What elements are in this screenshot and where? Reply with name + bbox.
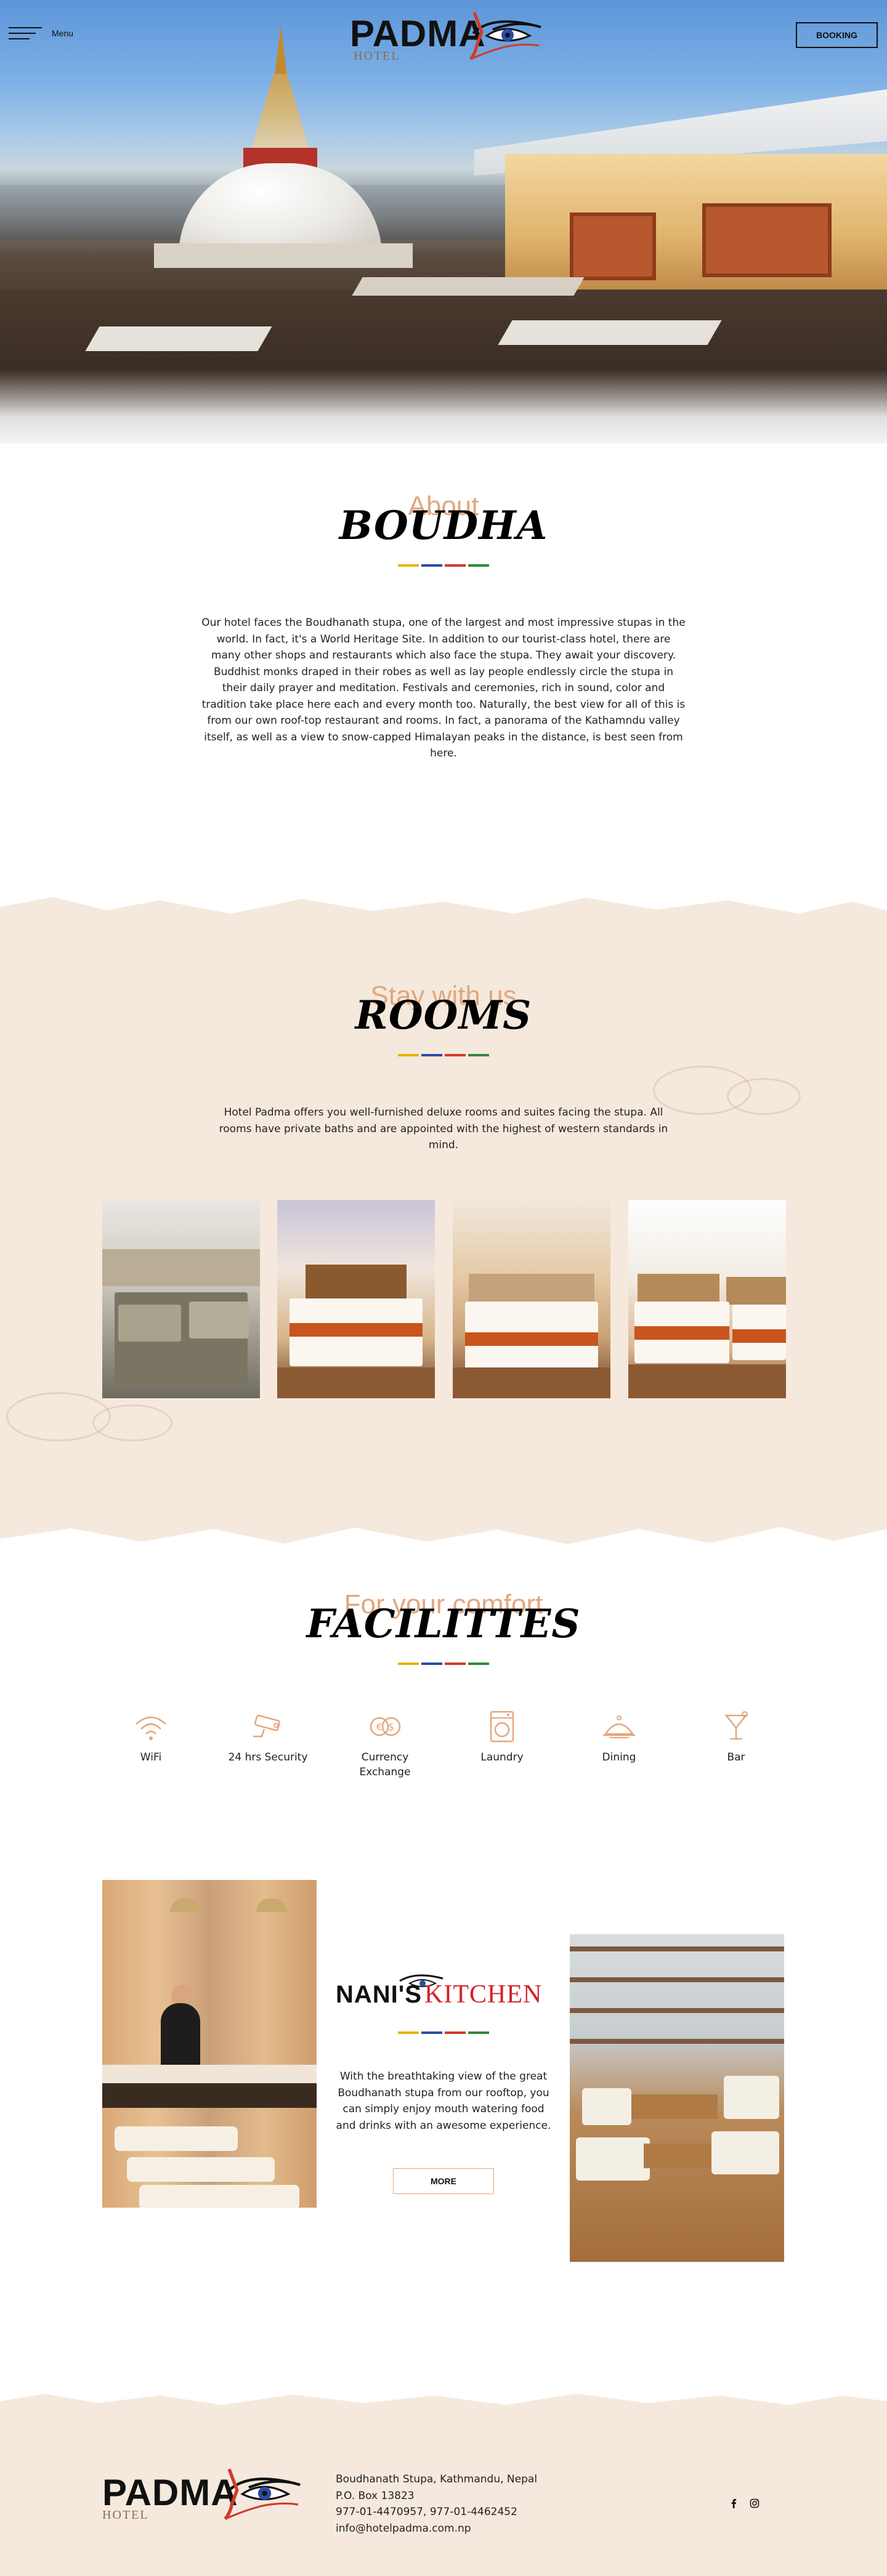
hamburger-icon — [9, 26, 42, 41]
facility-laundry: Laundry — [459, 1709, 545, 1765]
facility-label: 24 hrs Security — [228, 1751, 308, 1764]
kitchen-photo-terrace[interactable] — [570, 1934, 784, 2262]
buddha-eye-icon — [224, 2468, 301, 2521]
contact-info: Boudhanath Stupa, Kathmandu, Nepal P.O. … — [336, 2471, 594, 2537]
room-photo[interactable] — [277, 1200, 435, 1398]
pendant-lamp — [256, 1898, 287, 1912]
logo-wordmark: PADMA — [102, 2472, 238, 2513]
currency-icon: € $ — [370, 1717, 401, 1736]
booking-button[interactable]: BOOKING — [796, 22, 878, 48]
facility-label: Bar — [727, 1751, 745, 1764]
stupa-dome — [179, 163, 382, 256]
cloud-ornament — [727, 1078, 801, 1115]
room-photo[interactable] — [453, 1200, 610, 1398]
contact-email[interactable]: info@hotelpadma.com.np — [336, 2521, 594, 2537]
more-button[interactable]: MORE — [393, 2168, 494, 2194]
menu-label: Menu — [52, 28, 74, 38]
cloud-ornament — [92, 1404, 172, 1441]
about-title: BOUDHA — [339, 503, 548, 549]
facility-dining: Dining — [576, 1709, 662, 1765]
kitchen-logo: NANI'S KITCHEN — [336, 1970, 551, 2013]
footer-logo[interactable]: PADMA HOTEL — [102, 2465, 306, 2533]
room-photo[interactable] — [102, 1200, 260, 1398]
logo-wordmark: PADMA — [350, 13, 486, 54]
svg-text:€: € — [376, 1721, 383, 1733]
site-logo[interactable]: PADMA HOTEL — [350, 7, 541, 66]
about-heading: About BOUDHA — [0, 493, 887, 567]
kitchen-logo-nanis: NANI'S — [336, 1981, 422, 2008]
rooms-heading: Stay with us ROOMS — [0, 982, 887, 1056]
stupa-base — [154, 243, 413, 268]
logo-subtitle: HOTEL — [102, 2508, 149, 2522]
facility-label: WiFi — [140, 1751, 162, 1764]
cocktail-icon — [724, 1711, 748, 1740]
dining-table — [498, 320, 722, 345]
kitchen-photo-bar[interactable] — [102, 1880, 317, 2208]
contact-phone[interactable]: 977-01-4470957, 977-01-4462452 — [336, 2504, 594, 2521]
hero-fade — [0, 370, 887, 444]
facilities-heading: For your comfort FACILITTES — [0, 1591, 887, 1665]
contact-po-box: P.O. Box 13823 — [336, 2489, 415, 2502]
stupa-spire — [274, 25, 288, 80]
facility-bar: Bar — [693, 1709, 779, 1765]
dining-table — [85, 326, 272, 351]
facility-security: 24 hrs Security — [225, 1709, 311, 1765]
wall-panel — [570, 213, 656, 280]
pendant-lamp — [170, 1898, 201, 1912]
facebook-icon[interactable] — [727, 2497, 740, 2510]
wifi-icon — [136, 1716, 166, 1740]
dining-table — [352, 277, 585, 296]
color-divider — [0, 1054, 887, 1056]
svg-text:$: $ — [388, 1721, 394, 1733]
dining-icon — [603, 1715, 635, 1738]
facility-wifi: WiFi — [108, 1709, 194, 1765]
rooms-text: Hotel Padma offers you well-furnished de… — [219, 1106, 668, 1151]
logo-subtitle: HOTEL — [354, 49, 400, 63]
kitchen-logo-kitchen: KITCHEN — [424, 1980, 543, 2009]
wall-panel — [702, 203, 832, 277]
contact-address: Boudhanath Stupa, Kathmandu, Nepal — [336, 2473, 538, 2485]
color-divider — [0, 564, 887, 567]
color-divider — [0, 1663, 887, 1665]
facility-label: Laundry — [480, 1751, 524, 1764]
facility-label: Currency Exchange — [359, 1751, 411, 1778]
facility-label: Dining — [602, 1751, 636, 1764]
kitchen-text: With the breathtaking view of the great … — [336, 2070, 551, 2132]
facility-currency: € $ Currency Exchange — [342, 1709, 428, 1780]
facilities-title: FACILITTES — [306, 1601, 581, 1647]
hero-image — [0, 0, 887, 444]
washing-machine-icon — [490, 1711, 514, 1743]
buddha-eye-icon — [469, 12, 541, 60]
room-photo[interactable] — [628, 1200, 786, 1398]
instagram-icon[interactable] — [748, 2497, 761, 2510]
menu-button[interactable]: Menu — [9, 25, 76, 42]
rooms-title: ROOMS — [355, 992, 532, 1039]
about-text: Our hotel faces the Boudhanath stupa, on… — [201, 617, 686, 759]
cctv-icon — [253, 1714, 280, 1738]
